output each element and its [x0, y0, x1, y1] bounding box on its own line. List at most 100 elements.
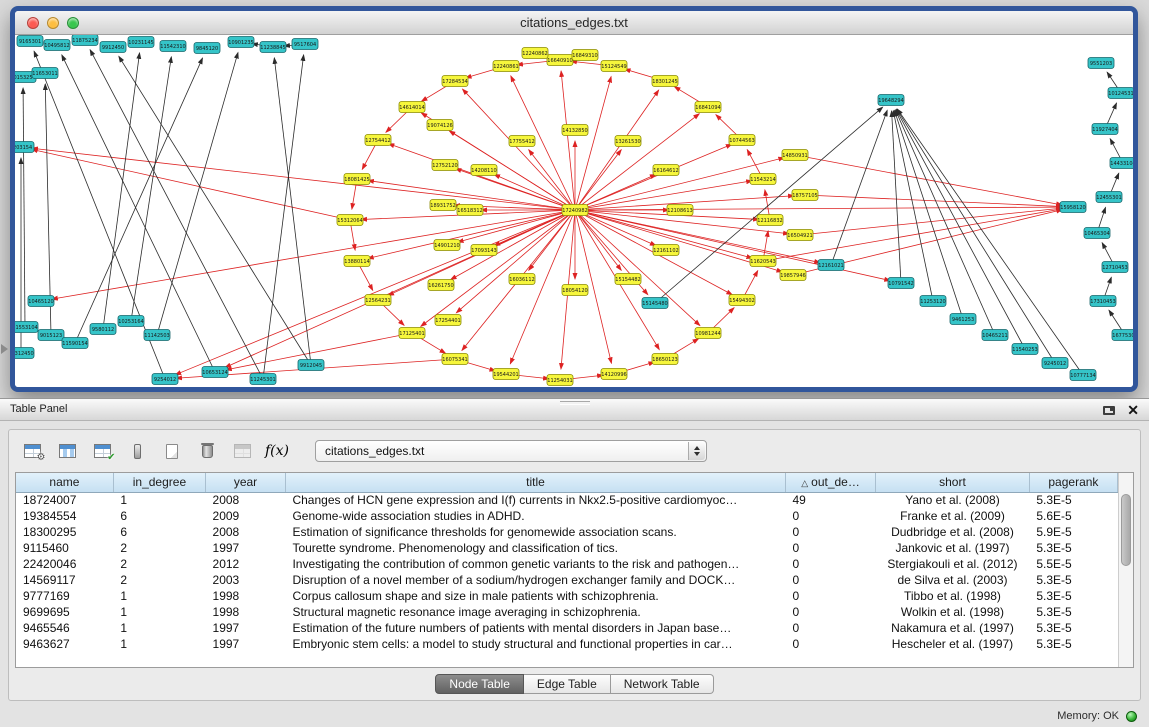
table-settings-button[interactable]: ⚙ [19, 438, 45, 464]
table-row[interactable]: 969969511998Structural magnetic resonanc… [16, 604, 1118, 620]
new-table-button[interactable] [159, 438, 185, 464]
table-row[interactable]: 2242004622012Investigating the contribut… [16, 556, 1118, 572]
graph-edge[interactable] [274, 58, 311, 365]
graph-node[interactable]: 16841094 [695, 102, 721, 113]
graph-node[interactable]: 9461253 [950, 314, 976, 325]
column-header-short[interactable]: short [876, 473, 1030, 492]
graph-edge[interactable] [893, 111, 933, 301]
graph-node[interactable]: 12240862 [522, 48, 548, 59]
graph-node[interactable]: 17284534 [442, 76, 468, 87]
graph-node[interactable]: 10124531 [1108, 88, 1133, 99]
graph-node[interactable]: 16504921 [787, 230, 813, 241]
graph-node[interactable]: 10653124 [202, 367, 228, 378]
graph-node[interactable]: 14120996 [601, 369, 627, 380]
graph-node[interactable]: 9245012 [1042, 358, 1068, 369]
graph-node[interactable]: 11553104 [15, 322, 38, 333]
graph-node[interactable]: 16075341 [442, 354, 468, 365]
column-visibility-button[interactable] [54, 438, 80, 464]
graph-node[interactable]: 12108613 [667, 205, 693, 216]
graph-node[interactable]: 11238845 [260, 42, 286, 53]
graph-node[interactable]: 10981244 [695, 328, 721, 339]
graph-node[interactable]: 16164612 [653, 165, 679, 176]
splitter-grip[interactable] [560, 401, 590, 405]
graph-edge[interactable] [575, 114, 699, 210]
graph-edge[interactable] [831, 110, 887, 265]
graph-node[interactable]: 14208110 [471, 165, 497, 176]
table-row[interactable]: 911546021997Tourette syndrome. Phenomeno… [16, 540, 1118, 556]
graph-node[interactable]: 14850931 [782, 150, 808, 161]
close-panel-button[interactable]: ✕ [1127, 403, 1139, 417]
graph-node[interactable]: 19648294 [878, 95, 904, 106]
graph-edge[interactable] [32, 149, 350, 220]
graph-node[interactable]: 12752120 [432, 160, 458, 171]
graph-node[interactable]: 15958120 [1060, 202, 1086, 213]
graph-node[interactable]: 9015123 [38, 330, 64, 341]
graph-node[interactable]: 10744563 [729, 135, 755, 146]
delete-table-button[interactable] [194, 438, 220, 464]
graph-node[interactable]: 16518312 [457, 205, 483, 216]
table-row[interactable]: 977716911998Corpus callosum shape and si… [16, 588, 1118, 604]
graph-node[interactable]: 13880114 [344, 256, 370, 267]
graph-node[interactable]: 15154482 [615, 274, 641, 285]
graph-node[interactable]: 12754412 [365, 135, 391, 146]
graph-node[interactable]: 15494302 [729, 295, 755, 306]
graph-node[interactable]: 10901235 [228, 37, 254, 48]
tab-edge-table[interactable]: Edge Table [524, 674, 611, 694]
graph-node[interactable]: 18081425 [344, 174, 370, 185]
graph-edge[interactable] [225, 210, 575, 367]
column-header-name[interactable]: name [16, 473, 113, 492]
table-row[interactable]: 946554611997Estimation of the future num… [16, 620, 1118, 636]
graph-edge[interactable] [421, 210, 575, 326]
graph-node[interactable]: 10495812 [44, 40, 70, 51]
graph-node[interactable]: 19857946 [780, 270, 806, 281]
graph-node[interactable]: 15124549 [601, 61, 627, 72]
graph-node[interactable]: 10253164 [118, 316, 144, 327]
graph-node[interactable]: 11245301 [250, 374, 276, 385]
column-header-year[interactable]: year [206, 473, 286, 492]
minimize-button[interactable] [47, 17, 59, 29]
tab-network-table[interactable]: Network Table [611, 674, 714, 694]
close-button[interactable] [27, 17, 39, 29]
graph-node[interactable]: 17093143 [471, 245, 497, 256]
float-panel-button[interactable] [1103, 406, 1115, 415]
column-header-in_degree[interactable]: in_degree [113, 473, 205, 492]
network-canvas[interactable]: 1724098212116832115432141074456316841094… [15, 35, 1133, 387]
table-row[interactable]: 1830029562008Estimation of significance … [16, 524, 1118, 540]
graph-node[interactable]: 9203154 [15, 142, 34, 153]
table-row[interactable]: 1872400712008Changes of HCN gene express… [16, 492, 1118, 508]
graph-edge[interactable] [795, 155, 1062, 205]
graph-node[interactable]: 15312064 [337, 215, 363, 226]
graph-node[interactable]: 14132850 [562, 125, 588, 136]
graph-node[interactable]: 17254401 [435, 315, 461, 326]
graph-edge[interactable] [561, 71, 575, 210]
graph-node[interactable]: 12161021 [818, 260, 844, 271]
graph-node[interactable]: 10465120 [28, 296, 54, 307]
graph-node[interactable]: 11540253 [1012, 344, 1038, 355]
graph-node[interactable]: 19544201 [493, 369, 519, 380]
graph-node[interactable]: 16036112 [509, 274, 535, 285]
graph-node[interactable]: 9517604 [292, 39, 318, 50]
graph-edge[interactable] [131, 57, 171, 321]
import-table-button[interactable]: ✔ [89, 438, 115, 464]
graph-node[interactable]: 14901210 [434, 240, 460, 251]
network-window-titlebar[interactable]: citations_edges.txt [15, 11, 1133, 35]
graph-edge[interactable] [32, 148, 575, 210]
graph-node[interactable]: 9254012 [152, 374, 178, 385]
graph-node[interactable]: 12564231 [365, 295, 391, 306]
graph-node[interactable]: 11875234 [72, 35, 98, 46]
graph-node[interactable]: 18054120 [562, 285, 588, 296]
scrollbar-thumb[interactable] [1121, 494, 1131, 566]
graph-edge[interactable] [575, 144, 732, 210]
graph-node[interactable]: 18301245 [652, 76, 678, 87]
graph-node[interactable]: 11142503 [144, 330, 170, 341]
table-row[interactable]: 1456911722003Disruption of a novel membe… [16, 572, 1118, 588]
graph-edge[interactable] [575, 181, 752, 210]
zoom-button[interactable] [67, 17, 79, 29]
table-selector-dropdown[interactable]: citations_edges.txt [315, 440, 707, 462]
graph-node[interactable]: 10791542 [888, 278, 914, 289]
graph-node[interactable]: 11653011 [32, 68, 58, 79]
graph-node[interactable]: 11620543 [750, 256, 776, 267]
graph-node[interactable]: 9165301 [17, 36, 43, 47]
graph-node[interactable]: 18757105 [792, 190, 818, 201]
graph-node[interactable]: 10312450 [15, 348, 34, 359]
